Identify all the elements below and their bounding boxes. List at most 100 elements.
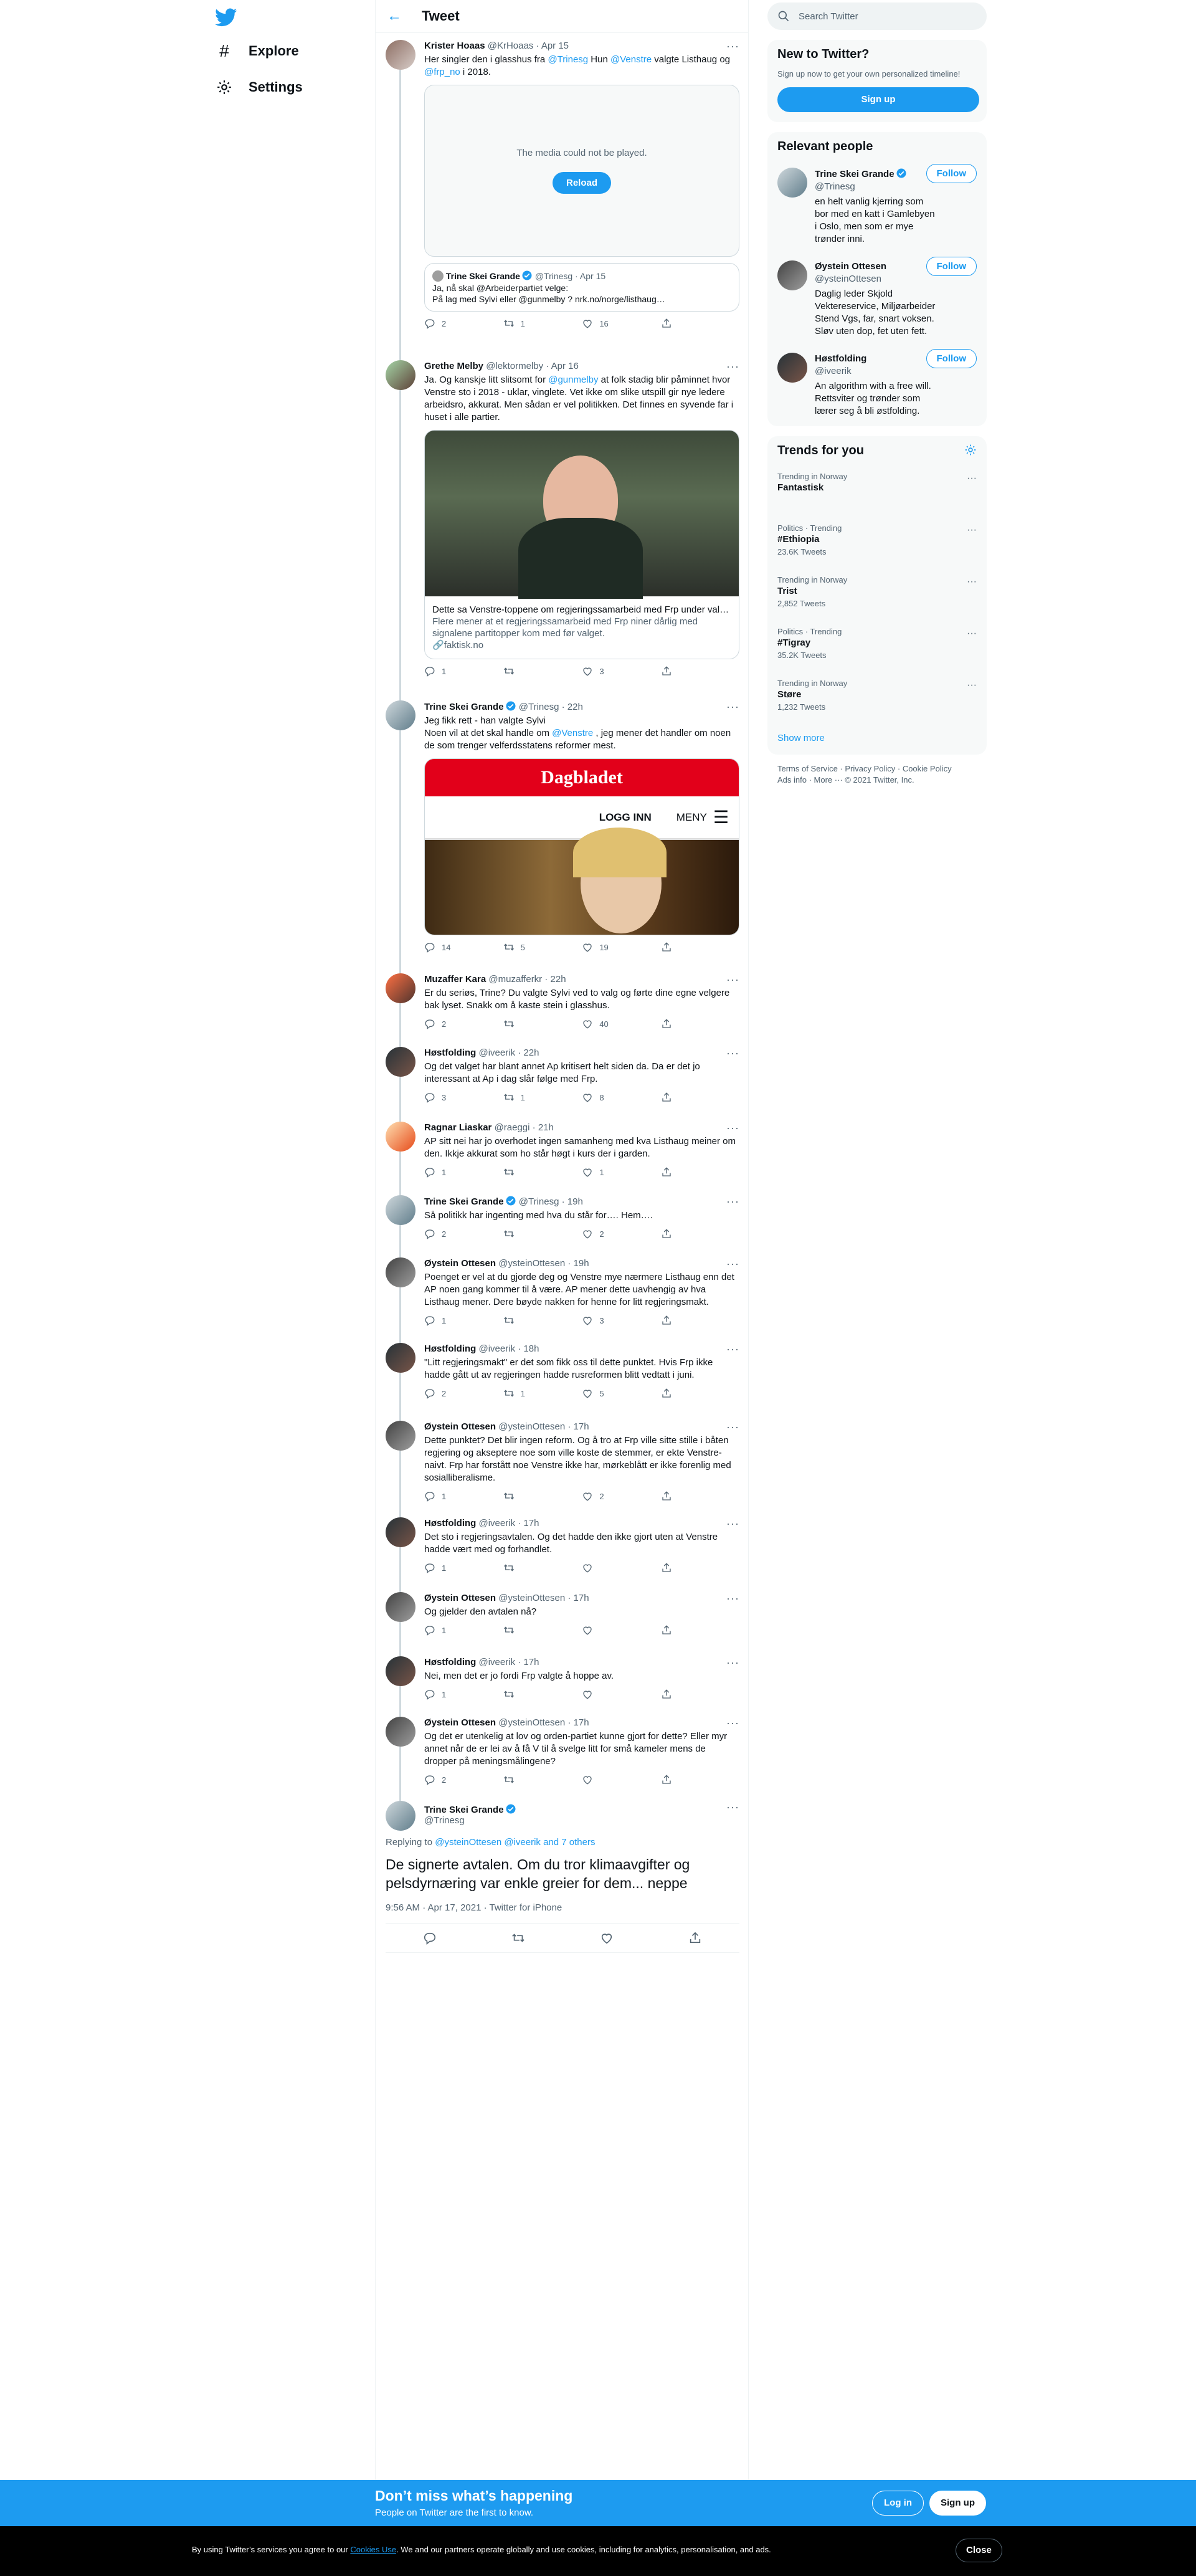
- retweet-button[interactable]: [503, 1491, 541, 1502]
- show-more-link[interactable]: Show more: [767, 724, 987, 755]
- retweet-button[interactable]: 5: [503, 942, 541, 953]
- quoted-tweet[interactable]: Trine Skei Grande @Trinesg · Apr 15 Ja, …: [424, 263, 739, 312]
- share-button[interactable]: [661, 1388, 698, 1399]
- reply-button[interactable]: 1: [424, 1491, 462, 1502]
- share-icon[interactable]: [688, 1931, 702, 1945]
- retweet-button[interactable]: [503, 1315, 541, 1326]
- follow-button[interactable]: Follow: [926, 257, 977, 276]
- avatar[interactable]: [386, 1517, 415, 1547]
- nav-explore[interactable]: # Explore: [215, 36, 299, 67]
- reply-button[interactable]: 1: [424, 1689, 462, 1700]
- replying-to-link[interactable]: @ysteinOttesen @iveerik and 7 others: [435, 1837, 595, 1848]
- author-name[interactable]: Høstfolding: [424, 1343, 476, 1354]
- more-icon[interactable]: ···: [967, 525, 977, 536]
- retweet-button[interactable]: [503, 665, 541, 677]
- author-name[interactable]: Øystein Ottesen: [424, 1421, 496, 1432]
- like-button[interactable]: 5: [582, 1388, 619, 1399]
- link-card[interactable]: Dette sa Venstre-toppene om regjeringssa…: [424, 430, 739, 659]
- author-name[interactable]: Øystein Ottesen: [424, 1593, 496, 1603]
- author-handle[interactable]: @ysteinOttesen: [498, 1593, 565, 1603]
- reply-button[interactable]: 1: [424, 1624, 462, 1636]
- mention-link[interactable]: @Trinesg: [548, 54, 588, 65]
- mention-link[interactable]: @Venstre: [610, 54, 652, 65]
- share-button[interactable]: [661, 665, 698, 677]
- author-name[interactable]: Grethe Melby: [424, 361, 483, 371]
- author-name[interactable]: Øystein Ottesen: [424, 1717, 496, 1728]
- reply-icon[interactable]: [423, 1931, 437, 1945]
- author-name[interactable]: Trine Skei Grande: [424, 1805, 504, 1815]
- retweet-icon[interactable]: [511, 1931, 525, 1945]
- avatar[interactable]: [777, 168, 807, 198]
- avatar[interactable]: [386, 1122, 415, 1152]
- share-button[interactable]: [661, 1624, 698, 1636]
- back-arrow-icon[interactable]: ←: [387, 7, 402, 25]
- reply-button[interactable]: 1: [424, 1315, 462, 1326]
- footer-links[interactable]: Ads info · More ··· © 2021 Twitter, Inc.: [777, 775, 977, 786]
- tweet[interactable]: ··· Øystein Ottesen @ysteinOttesen · 17h D…: [376, 1421, 749, 1502]
- cookie-use-link[interactable]: Cookies Use: [350, 2545, 396, 2554]
- reply-button[interactable]: 1: [424, 1166, 462, 1178]
- tweet[interactable]: ··· Høstfolding @iveerik · 18h "Litt regje…: [376, 1343, 749, 1399]
- tweet-time[interactable]: 17h: [574, 1717, 589, 1728]
- tweet[interactable]: ··· Trine Skei Grande @Trinesg · 22h Jeg…: [376, 700, 749, 953]
- avatar[interactable]: [386, 700, 415, 730]
- author-name[interactable]: Krister Hoaas: [424, 41, 485, 51]
- share-button[interactable]: [661, 1018, 698, 1029]
- like-button[interactable]: 3: [582, 1315, 619, 1326]
- tweet-time[interactable]: 21h: [538, 1122, 554, 1133]
- tweet-time[interactable]: Apr 16: [551, 361, 579, 371]
- reply-button[interactable]: 1: [424, 665, 462, 677]
- tweet-time[interactable]: 22h: [523, 1047, 539, 1058]
- nav-settings[interactable]: Settings: [215, 72, 303, 103]
- reply-button[interactable]: 2: [424, 1018, 462, 1029]
- author-name[interactable]: Ragnar Liaskar: [424, 1122, 491, 1133]
- reply-button[interactable]: 2: [424, 1388, 462, 1399]
- avatar[interactable]: [386, 360, 415, 390]
- tweet-time[interactable]: 19h: [574, 1258, 589, 1269]
- like-button[interactable]: 40: [582, 1018, 619, 1029]
- heart-icon[interactable]: [600, 1931, 614, 1945]
- avatar[interactable]: [386, 1047, 415, 1077]
- tweet-meta[interactable]: 9:56 AM · Apr 17, 2021 · Twitter for iPh…: [386, 1902, 739, 1924]
- author-handle[interactable]: @iveerik: [479, 1518, 516, 1529]
- tweet[interactable]: ··· Høstfolding @iveerik · 22h Og det valg…: [376, 1047, 749, 1103]
- follow-button[interactable]: Follow: [926, 349, 977, 368]
- author-handle[interactable]: @Trinesg: [519, 1196, 559, 1207]
- tweet[interactable]: ··· Øystein Ottesen @ysteinOttesen · 17h O…: [376, 1592, 749, 1636]
- author-handle[interactable]: @Trinesg: [519, 702, 559, 712]
- like-button[interactable]: 8: [582, 1092, 619, 1103]
- person-item[interactable]: Follow Trine Skei Grande @Trinesg en helt …: [767, 161, 987, 254]
- like-button[interactable]: 1: [582, 1166, 619, 1178]
- share-button[interactable]: [661, 1228, 698, 1239]
- avatar[interactable]: [386, 1343, 415, 1373]
- more-icon[interactable]: ···: [967, 473, 977, 484]
- footer-links[interactable]: Terms of Service · Privacy Policy · Cook…: [777, 763, 977, 775]
- like-button[interactable]: 2: [582, 1491, 619, 1502]
- share-button[interactable]: [661, 318, 698, 329]
- retweet-button[interactable]: 1: [503, 1092, 541, 1103]
- author-name[interactable]: Trine Skei Grande: [424, 1196, 504, 1207]
- like-button[interactable]: [582, 1774, 619, 1785]
- retweet-button[interactable]: [503, 1624, 541, 1636]
- person-name[interactable]: Høstfolding: [815, 353, 939, 365]
- share-button[interactable]: [661, 1166, 698, 1178]
- author-handle[interactable]: @muzafferkr: [488, 974, 542, 985]
- sidebar-signup-button[interactable]: Sign up: [777, 87, 979, 112]
- avatar[interactable]: [386, 1257, 415, 1287]
- person-item[interactable]: Follow Øystein Ottesen @ysteinOttesen Dagl…: [767, 254, 987, 346]
- reply-button[interactable]: 2: [424, 1228, 462, 1239]
- tweet-time[interactable]: 17h: [523, 1657, 539, 1667]
- tweet-time[interactable]: 22h: [567, 702, 583, 712]
- more-icon[interactable]: ···: [967, 576, 977, 588]
- author-handle[interactable]: @ysteinOttesen: [498, 1421, 565, 1432]
- avatar[interactable]: [777, 353, 807, 383]
- share-button[interactable]: [661, 1689, 698, 1700]
- author-name[interactable]: Høstfolding: [424, 1047, 476, 1058]
- search-placeholder[interactable]: Search Twitter: [799, 11, 858, 22]
- avatar[interactable]: [386, 1717, 415, 1747]
- tweet-time[interactable]: 17h: [574, 1421, 589, 1432]
- person-name[interactable]: Øystein Ottesen: [815, 260, 939, 273]
- avatar[interactable]: [386, 40, 415, 70]
- share-button[interactable]: [661, 1491, 698, 1502]
- tweet[interactable]: ··· Grethe Melby @lektormelby · Apr 16 J…: [376, 360, 749, 677]
